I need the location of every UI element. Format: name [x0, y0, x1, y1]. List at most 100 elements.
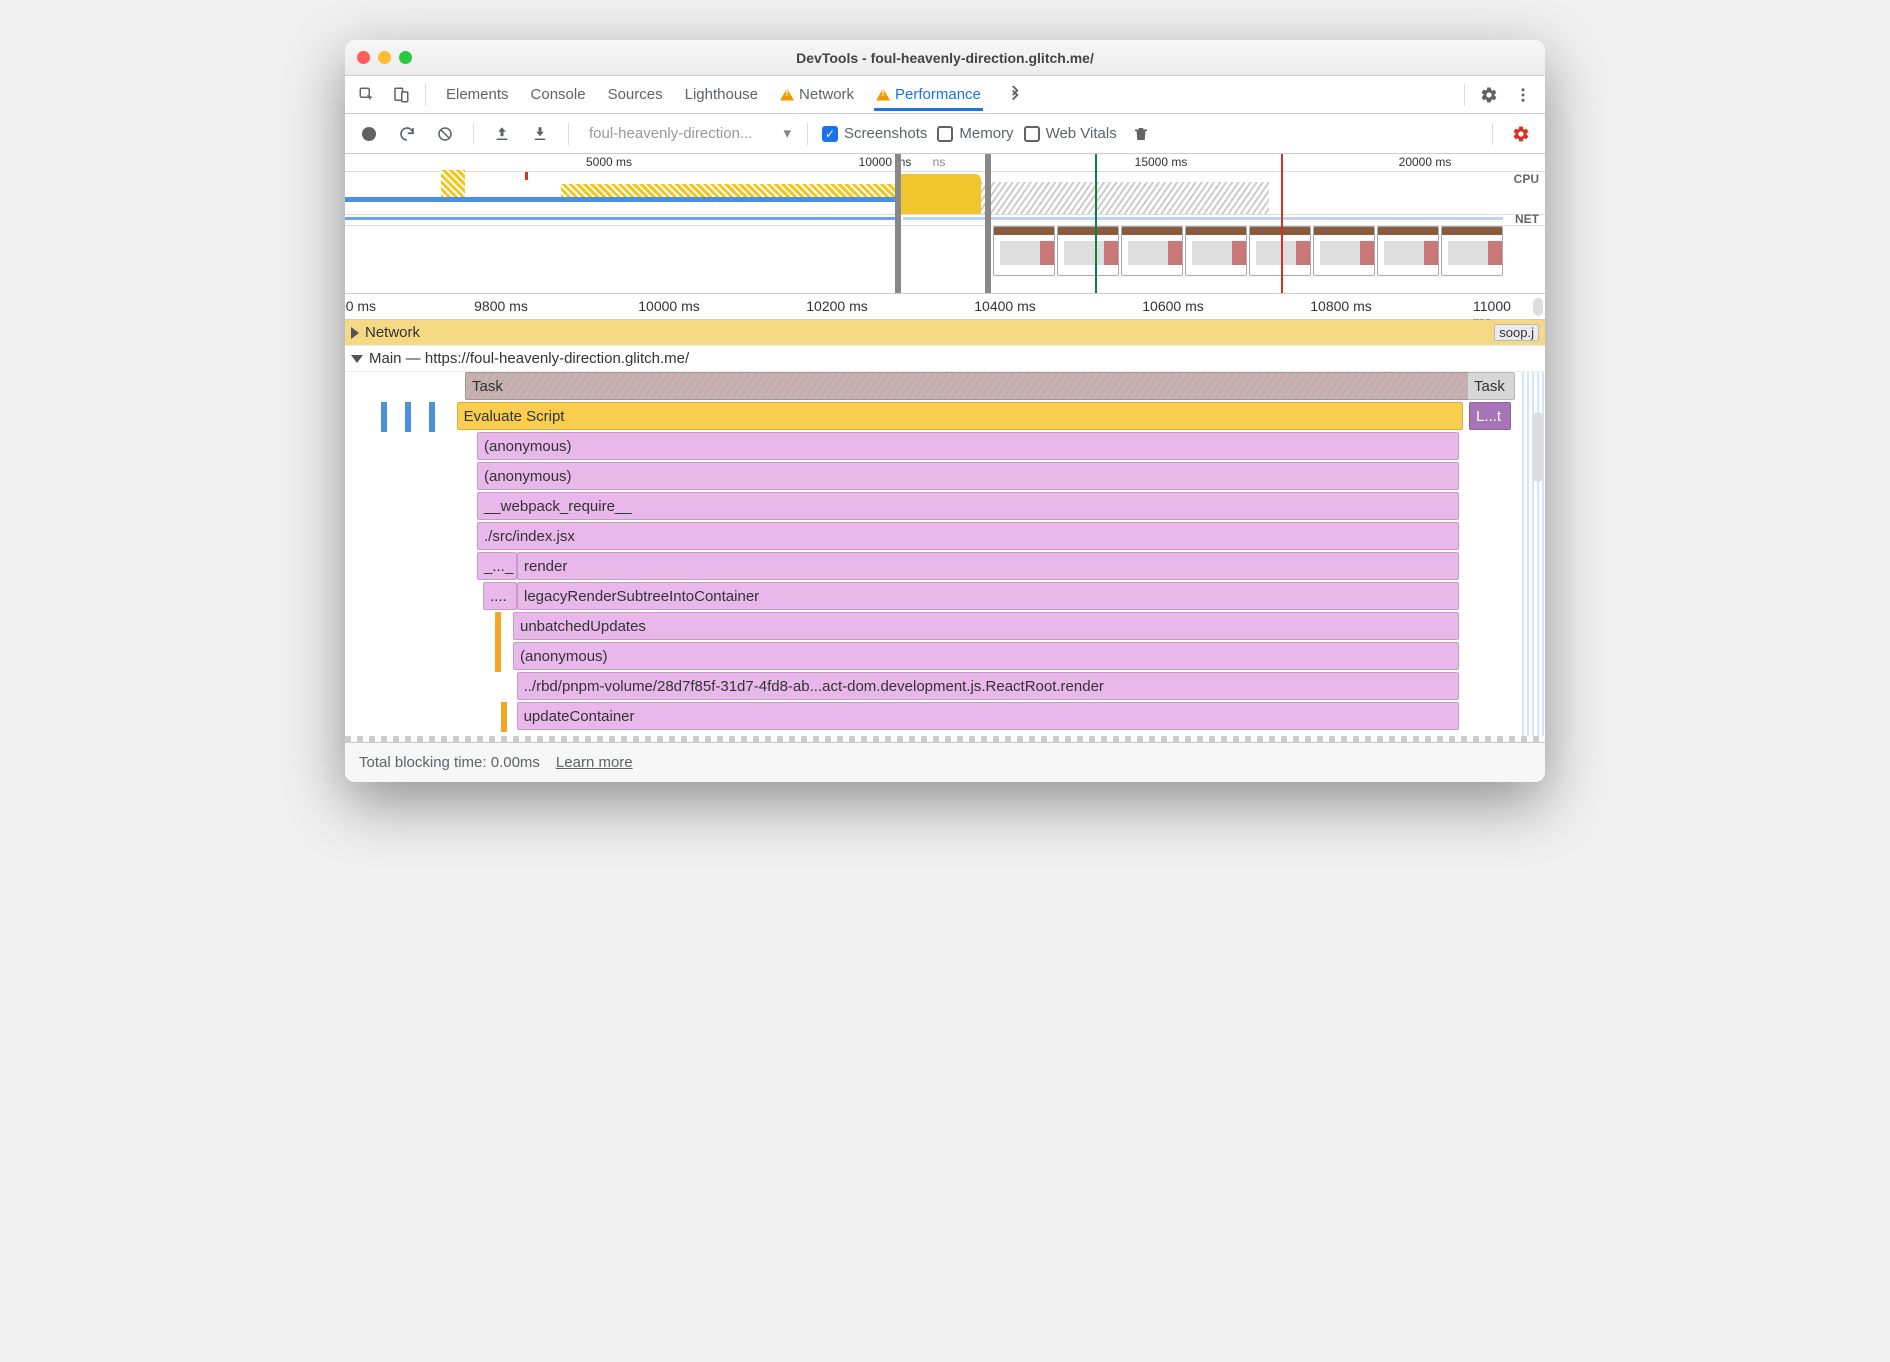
overview-filmstrip: [345, 226, 1545, 276]
divider: [425, 84, 426, 106]
tick: 5000 ms: [586, 155, 632, 169]
clear-button[interactable]: [431, 120, 459, 148]
cpu-spike: [897, 174, 981, 214]
divider: [807, 123, 808, 145]
flame-frame[interactable]: __webpack_require__: [477, 492, 1459, 520]
net-label: NET: [1515, 212, 1539, 226]
ruler-tick: 10600 ms: [1142, 298, 1203, 314]
ruler-tick: 10000 ms: [638, 298, 699, 314]
capture-settings-icon[interactable]: [1507, 120, 1535, 148]
save-profile-icon[interactable]: [526, 120, 554, 148]
flame-task[interactable]: Task: [465, 372, 1489, 400]
tab-console[interactable]: Console: [529, 78, 588, 111]
checkbox-off-icon: [937, 126, 953, 142]
timeline-overview[interactable]: 5000 ms 10000 ms ns 15000 ms 20000 ms CP…: [345, 154, 1545, 294]
warning-icon: [780, 89, 794, 101]
flame-frame[interactable]: (anonymous): [477, 432, 1459, 460]
reload-record-button[interactable]: [393, 120, 421, 148]
overview-ticks: 5000 ms 10000 ms ns 15000 ms 20000 ms: [345, 154, 1545, 172]
memory-label: Memory: [959, 125, 1013, 142]
screenshot-thumb[interactable]: [993, 226, 1055, 276]
flame-frame[interactable]: ../rbd/pnpm-volume/28d7f85f-31d7-4fd8-ab…: [517, 672, 1459, 700]
flame-frame[interactable]: legacyRenderSubtreeIntoContainer: [517, 582, 1459, 610]
flame-task2[interactable]: Task: [1467, 372, 1515, 400]
scrollbar[interactable]: [1533, 412, 1543, 482]
warning-icon: [876, 89, 890, 101]
device-toolbar-icon[interactable]: [387, 81, 415, 109]
flamechart[interactable]: Task Task Evaluate Script L...t (anonymo…: [345, 372, 1545, 736]
kebab-menu-icon[interactable]: [1509, 81, 1537, 109]
tick: 15000 ms: [1135, 155, 1188, 169]
delete-profile-icon[interactable]: [1127, 120, 1155, 148]
flame-frame[interactable]: updateContainer: [517, 702, 1459, 730]
screenshots-checkbox[interactable]: ✓ Screenshots: [822, 125, 927, 142]
scrollbar[interactable]: [1533, 298, 1543, 316]
cpu-activity: [561, 184, 897, 198]
traffic-lights: [357, 51, 412, 64]
window-title: DevTools - foul-heavenly-direction.glitc…: [345, 50, 1545, 66]
flame-layout[interactable]: L...t: [1469, 402, 1511, 430]
flame-frame[interactable]: ....: [483, 582, 517, 610]
cpu-label: CPU: [1514, 172, 1539, 186]
network-chip[interactable]: soop.j: [1494, 324, 1539, 341]
screenshot-thumb[interactable]: [1249, 226, 1311, 276]
web-vitals-checkbox[interactable]: Web Vitals: [1024, 125, 1117, 142]
ruler-tick: 9800 ms: [474, 298, 528, 314]
load-profile-icon[interactable]: [488, 120, 516, 148]
tab-performance[interactable]: Performance: [874, 78, 983, 111]
panel-tabs: Elements Console Sources Lighthouse Netw…: [444, 78, 1029, 111]
tab-elements[interactable]: Elements: [444, 78, 511, 111]
screenshot-thumb[interactable]: [1441, 226, 1503, 276]
screenshot-thumb[interactable]: [1377, 226, 1439, 276]
flame-frame[interactable]: _..._: [477, 552, 517, 580]
tick-ns: ns: [933, 155, 946, 169]
flame-frame[interactable]: (anonymous): [513, 642, 1459, 670]
flame-frame[interactable]: ./src/index.jsx: [477, 522, 1459, 550]
checkbox-on-icon: ✓: [822, 126, 838, 142]
cpu-activity: [441, 170, 465, 198]
expand-icon: [351, 327, 359, 339]
flame-frame[interactable]: render: [517, 552, 1459, 580]
divider: [1492, 123, 1493, 145]
maximize-window-button[interactable]: [399, 51, 412, 64]
close-window-button[interactable]: [357, 51, 370, 64]
screenshot-thumb[interactable]: [1313, 226, 1375, 276]
tab-network[interactable]: Network: [778, 78, 856, 111]
flame-evaluate-script[interactable]: Evaluate Script: [457, 402, 1463, 430]
tab-lighthouse[interactable]: Lighthouse: [683, 78, 760, 111]
memory-checkbox[interactable]: Memory: [937, 125, 1013, 142]
titlebar: DevTools - foul-heavenly-direction.glitc…: [345, 40, 1545, 76]
inspect-element-icon[interactable]: [353, 81, 381, 109]
collapse-icon: [351, 355, 363, 363]
ruler-tick: 00 ms: [345, 298, 376, 314]
checkbox-off-icon: [1024, 126, 1040, 142]
flamechart-ruler[interactable]: 00 ms 9800 ms 10000 ms 10200 ms 10400 ms…: [345, 294, 1545, 320]
tab-network-label: Network: [799, 86, 854, 103]
screenshot-thumb[interactable]: [1057, 226, 1119, 276]
track-main-label: Main — https://foul-heavenly-direction.g…: [369, 350, 689, 367]
track-main[interactable]: Main — https://foul-heavenly-direction.g…: [345, 346, 1545, 372]
record-button[interactable]: [355, 120, 383, 148]
devtools-window: DevTools - foul-heavenly-direction.glitc…: [345, 40, 1545, 782]
profile-select[interactable]: foul-heavenly-direction...: [583, 123, 793, 144]
learn-more-link[interactable]: Learn more: [556, 754, 633, 771]
screenshot-thumb[interactable]: [1185, 226, 1247, 276]
flame-frame[interactable]: unbatchedUpdates: [513, 612, 1459, 640]
ruler-tick: 10400 ms: [974, 298, 1035, 314]
minimize-window-button[interactable]: [378, 51, 391, 64]
overview-bluebar: [345, 197, 897, 202]
divider: [568, 123, 569, 145]
tab-performance-label: Performance: [895, 86, 981, 103]
tab-sources[interactable]: Sources: [606, 78, 665, 111]
fcp-marker: [1095, 154, 1097, 293]
track-network[interactable]: Network soop.j: [345, 320, 1545, 346]
divider: [473, 123, 474, 145]
net-segment: [345, 217, 897, 220]
more-tabs-icon[interactable]: [1001, 81, 1029, 109]
marker: [525, 172, 528, 180]
performance-toolbar: foul-heavenly-direction... ✓ Screenshots…: [345, 114, 1545, 154]
screenshot-thumb[interactable]: [1121, 226, 1183, 276]
settings-icon[interactable]: [1475, 81, 1503, 109]
screenshots-label: Screenshots: [844, 125, 927, 142]
flame-frame[interactable]: (anonymous): [477, 462, 1459, 490]
